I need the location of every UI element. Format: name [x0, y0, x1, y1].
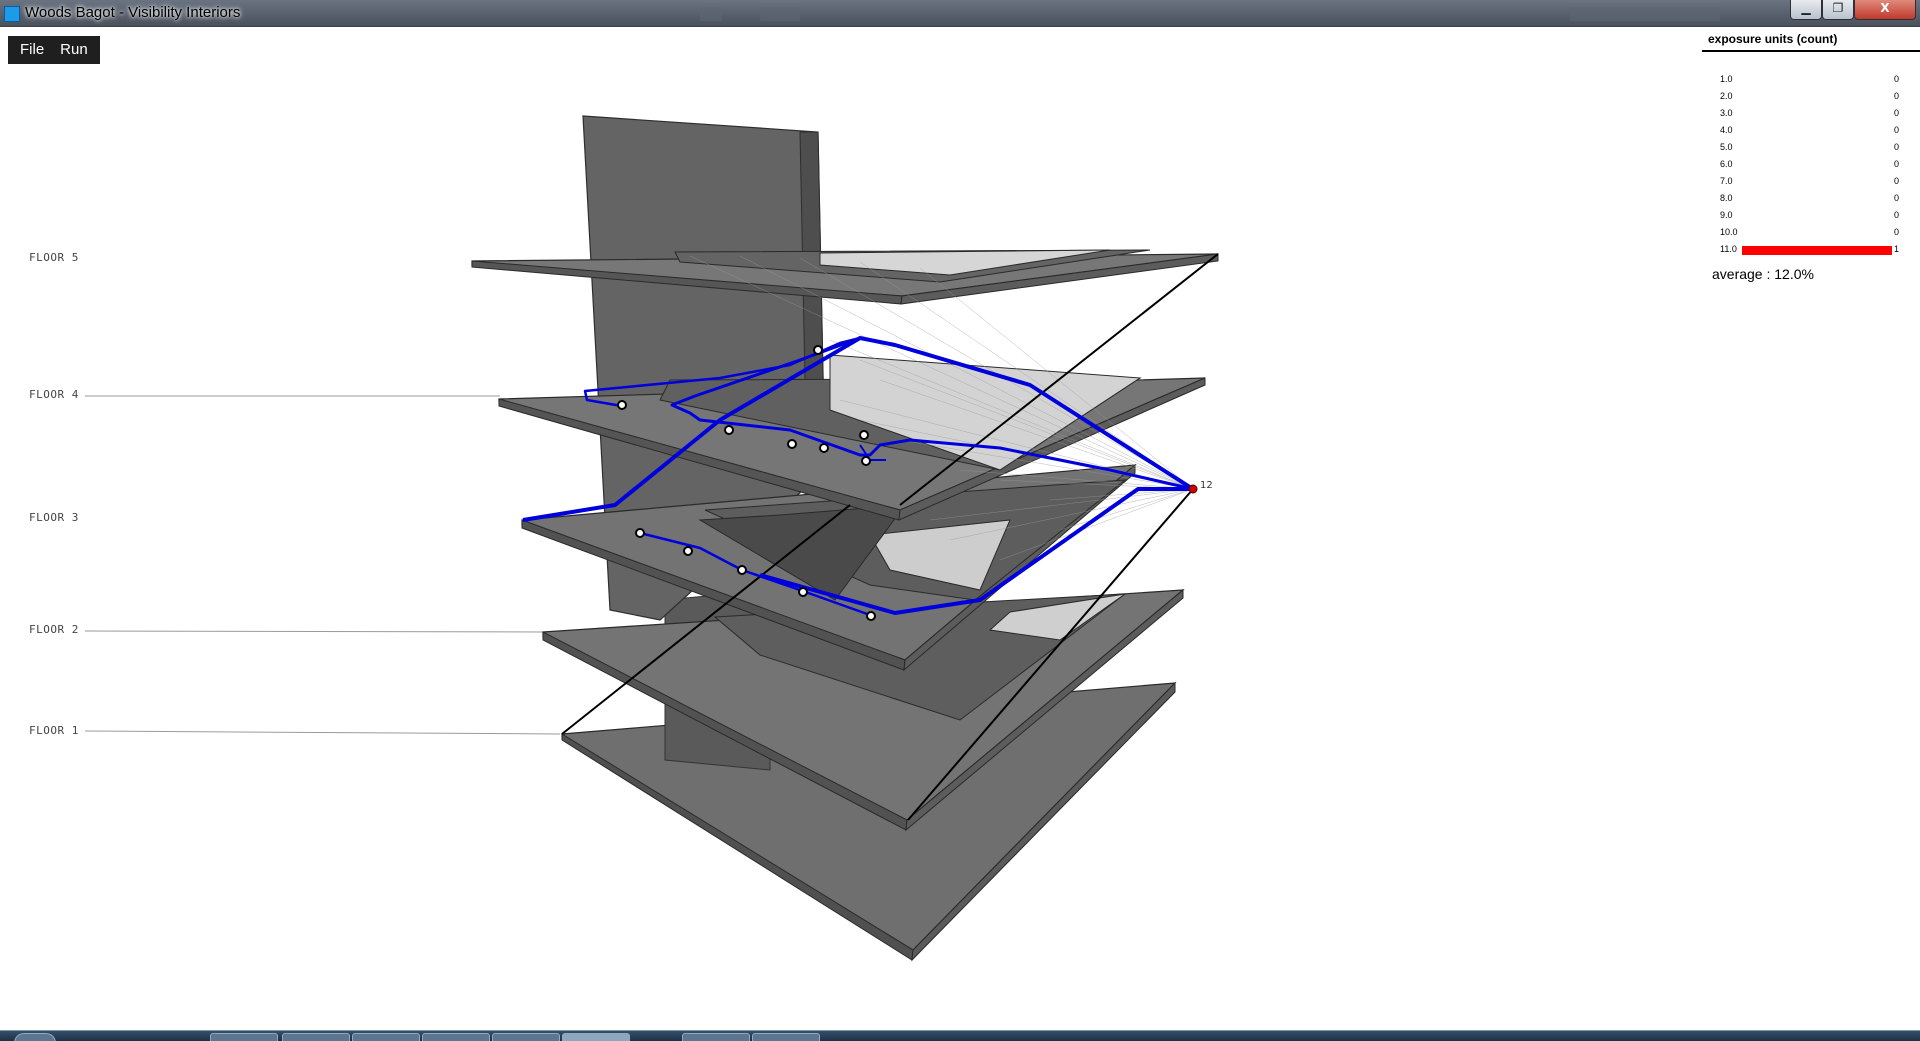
- legend-row-key: 5.0: [1720, 142, 1733, 152]
- legend-row: 4.0 0: [1702, 123, 1920, 140]
- legend-row-count: 0: [1894, 210, 1900, 220]
- legend-row: 3.0 0: [1702, 106, 1920, 123]
- taskbar-item[interactable]: [352, 1033, 420, 1041]
- legend-row: 9.0 0: [1702, 208, 1920, 225]
- legend-row-key: 4.0: [1720, 125, 1733, 135]
- legend-row-count: 0: [1894, 74, 1900, 84]
- legend-row-count: 0: [1894, 159, 1900, 169]
- viewpoint-label: 12: [1200, 480, 1213, 491]
- floor-label-4: FLOOR 4: [29, 388, 79, 401]
- path-node[interactable]: [861, 456, 871, 466]
- path-node[interactable]: [683, 546, 693, 556]
- floor-label-1: FLOOR 1: [29, 724, 79, 737]
- average-exposure: average : 12.0%: [1712, 266, 1814, 282]
- legend-row: 10.0 0: [1702, 225, 1920, 242]
- start-button[interactable]: [14, 1033, 56, 1041]
- building-3d-viewport[interactable]: 12: [0, 0, 1920, 1030]
- legend-row-key: 6.0: [1720, 159, 1733, 169]
- legend-row-count: 0: [1894, 91, 1900, 101]
- legend-row: 5.0 0: [1702, 140, 1920, 157]
- legend-row: 2.0 0: [1702, 89, 1920, 106]
- floor-label-5: FLOOR 5: [29, 251, 79, 264]
- legend-divider: [1702, 50, 1920, 52]
- path-node[interactable]: [787, 439, 797, 449]
- legend-row: 6.0 0: [1702, 157, 1920, 174]
- taskbar-item[interactable]: [492, 1033, 560, 1041]
- legend-row-key: 7.0: [1720, 176, 1733, 186]
- taskbar-item[interactable]: [682, 1033, 750, 1041]
- path-node[interactable]: [819, 443, 829, 453]
- taskbar: [0, 1030, 1920, 1041]
- legend-row-count: 0: [1894, 125, 1900, 135]
- taskbar-item-active[interactable]: [562, 1033, 630, 1041]
- legend-row: 7.0 0: [1702, 174, 1920, 191]
- legend-row-key: 8.0: [1720, 193, 1733, 203]
- legend-title: exposure units (count): [1708, 32, 1838, 46]
- legend-row-key: 10.0: [1720, 227, 1738, 237]
- path-node[interactable]: [866, 611, 876, 621]
- taskbar-item[interactable]: [752, 1033, 820, 1041]
- legend-row-count: 1: [1894, 244, 1900, 254]
- legend-row-key: 1.0: [1720, 74, 1733, 84]
- floor-label-3: FLOOR 3: [29, 511, 79, 524]
- legend-row: 8.0 0: [1702, 191, 1920, 208]
- path-node[interactable]: [617, 400, 627, 410]
- legend-row-key: 11.0: [1720, 244, 1737, 254]
- app-window: Woods Bagot - Visibility Interiors ▁ ❐ X…: [0, 0, 1920, 1041]
- taskbar-item[interactable]: [210, 1033, 278, 1041]
- legend-row-count: 0: [1894, 227, 1900, 237]
- floor-2-leader-line: [84, 630, 546, 633]
- legend-row-count: 0: [1894, 176, 1900, 186]
- path-node[interactable]: [724, 425, 734, 435]
- legend-row: 1.0 0: [1702, 72, 1920, 89]
- floor-label-2: FLOOR 2: [29, 623, 79, 636]
- legend-row-key: 2.0: [1720, 91, 1733, 101]
- path-node[interactable]: [737, 565, 747, 575]
- path-node[interactable]: [635, 528, 645, 538]
- path-node[interactable]: [813, 345, 823, 355]
- legend-row: 11.0 1: [1702, 242, 1920, 259]
- path-node[interactable]: [798, 587, 808, 597]
- floor-1-leader-line: [84, 730, 561, 735]
- legend-row-key: 3.0: [1720, 108, 1733, 118]
- legend-row-count: 0: [1894, 108, 1900, 118]
- path-node[interactable]: [859, 430, 869, 440]
- taskbar-item[interactable]: [422, 1033, 490, 1041]
- taskbar-item[interactable]: [282, 1033, 350, 1041]
- floor-5-slab: [471, 249, 1219, 305]
- viewpoint-marker[interactable]: [1188, 484, 1198, 494]
- legend-row-bar: [1742, 246, 1892, 255]
- legend-row-count: 0: [1894, 142, 1900, 152]
- legend-row-key: 9.0: [1720, 210, 1733, 220]
- legend-row-count: 0: [1894, 193, 1900, 203]
